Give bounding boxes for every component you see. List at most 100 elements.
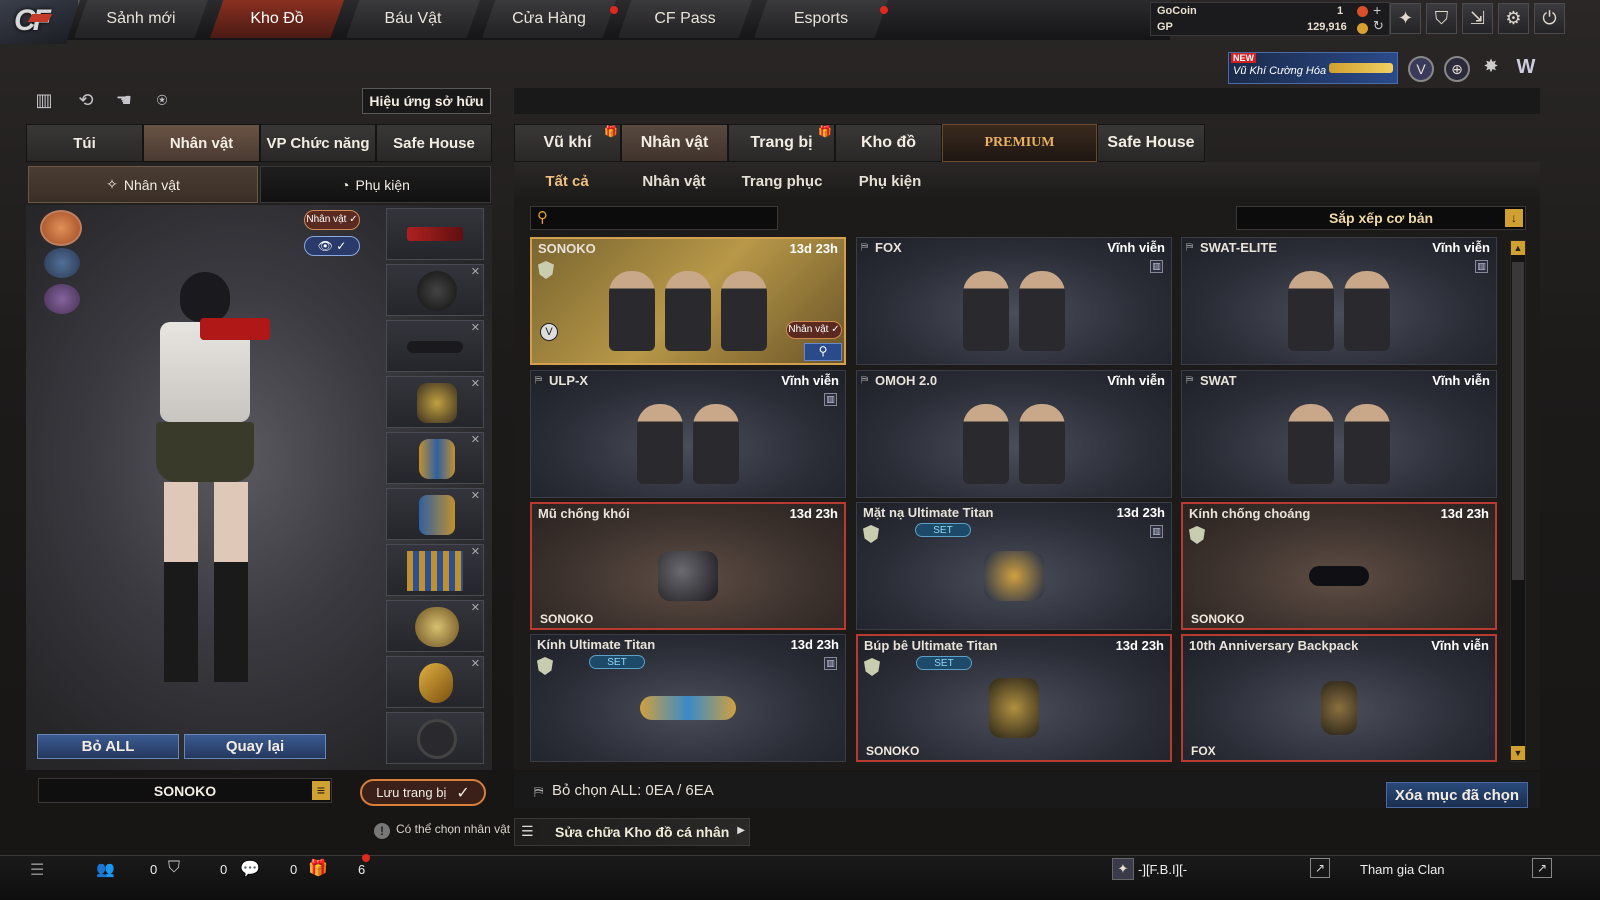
tab-safe-house[interactable]: Safe House	[376, 124, 492, 162]
nav-tab-cf-pass[interactable]: CF Pass	[618, 0, 752, 38]
nav-tab-treasure[interactable]: Báu Vật	[346, 0, 480, 38]
join-clan-label[interactable]: Tham gia Clan	[1360, 862, 1445, 877]
subtab-characters[interactable]: Nhân vật	[625, 170, 723, 192]
inventory-card[interactable]: Kính chống choáng 13d 23h SONOKO	[1181, 502, 1497, 630]
nav-tab-label: Sảnh mới	[106, 10, 176, 27]
bookmark-icon[interactable]: ⛿	[534, 784, 543, 800]
subtab-all[interactable]: Tất cả	[518, 170, 616, 192]
external-link-icon[interactable]: ↗	[1310, 858, 1330, 878]
w-logo-icon[interactable]: W	[1512, 56, 1540, 82]
equip-slot-weapon[interactable]	[386, 208, 484, 260]
list-icon[interactable]: ☰	[30, 860, 44, 880]
card-duration: 13d 23h	[790, 637, 839, 652]
delete-selected-button[interactable]: Xóa mục đã chọn	[1386, 782, 1528, 808]
nav-tab-inventory[interactable]: Kho Đồ	[210, 0, 344, 38]
menu-icon[interactable]: ≡	[312, 781, 330, 800]
inventory-card[interactable]: SWAT ⛿ Vĩnh viễn	[1181, 370, 1497, 498]
equip-slot-accessory[interactable]: ✕	[386, 432, 484, 484]
character-class-icon[interactable]	[44, 284, 80, 314]
sort-dropdown[interactable]: Sắp xếp cơ bản ↓	[1236, 206, 1526, 230]
mouse-icon[interactable]: ⍟	[150, 90, 174, 114]
chat-icon[interactable]: 💬	[240, 859, 260, 879]
tab-function-items[interactable]: VP Chức năng	[260, 124, 376, 162]
subtab-character[interactable]: ✧ Nhân vật	[28, 166, 258, 203]
clear-all-button[interactable]: Bỏ ALL	[37, 734, 179, 759]
promo-banner[interactable]: NEW Vũ Khí Cường Hóa	[1228, 52, 1398, 84]
scroll-down-icon[interactable]: ▼	[1511, 746, 1525, 760]
globe-icon[interactable]: ⊕	[1444, 56, 1470, 82]
nav-tab-shop[interactable]: Cửa Hàng	[482, 0, 616, 38]
inventory-card[interactable]: Búp bê Ultimate Titan 13d 23h SET SONOKO	[856, 634, 1172, 762]
inventory-card[interactable]: 10th Anniversary Backpack Vĩnh viễn FOX	[1181, 634, 1497, 762]
inventory-card[interactable]: SONOKO 13d 23h V Nhân vật ✓ ⚲	[530, 237, 846, 365]
inventory-card[interactable]: Kính Ultimate Titan 13d 23h SET ▥	[530, 634, 846, 762]
exit-icon[interactable]: ⇲	[1462, 3, 1493, 34]
inventory-card[interactable]: Mặt nạ Ultimate Titan 13d 23h SET ▥	[856, 502, 1172, 630]
equip-slot-helmet[interactable]: ✕	[386, 264, 484, 316]
trash-icon[interactable]: ▥	[824, 657, 837, 670]
scroll-up-icon[interactable]: ▲	[1511, 241, 1525, 255]
bookmark-icon[interactable]: ⛿	[1186, 242, 1193, 253]
tab-character[interactable]: Nhân vật	[143, 124, 260, 162]
equip-slot-accessory[interactable]: ✕	[386, 376, 484, 428]
inventory-card[interactable]: ULP-X ⛿ Vĩnh viễn ▥	[530, 370, 846, 498]
v-icon[interactable]: V	[1408, 56, 1434, 82]
power-icon[interactable]: ⏻	[1534, 3, 1565, 34]
bookmark-icon[interactable]: ⛿	[861, 242, 868, 253]
shield-icon[interactable]: ⛉	[1426, 3, 1457, 34]
inventory-card[interactable]: FOX ⛿ Vĩnh viễn ▥	[856, 237, 1172, 365]
equip-slot-accessory[interactable]: ✕	[386, 600, 484, 652]
character-class-icon[interactable]	[40, 210, 82, 246]
tab-bag[interactable]: Túi	[26, 124, 143, 162]
zoom-icon[interactable]: ⚲	[804, 343, 842, 361]
trash-icon[interactable]: ▥	[1150, 260, 1163, 273]
clan-shield-icon[interactable]: ⛉	[168, 859, 180, 877]
trash-icon[interactable]: ▥	[824, 393, 837, 406]
tab-premium[interactable]: PREMIUM	[942, 124, 1097, 162]
inventory-card[interactable]: Mũ chống khói 13d 23h SONOKO	[530, 502, 846, 630]
scroll-thumb[interactable]	[1512, 262, 1524, 580]
bookmark-icon[interactable]: ⛿	[861, 375, 868, 386]
save-equipment-button[interactable]: Lưu trang bị ✓	[360, 779, 486, 806]
rank-icon[interactable]: ✦	[1390, 3, 1421, 34]
bookmark-icon[interactable]: ⛿	[535, 375, 542, 386]
gift-icon[interactable]: 🎁	[308, 858, 328, 878]
add-icon[interactable]: +	[1373, 2, 1381, 18]
inventory-card[interactable]: OMOH 2.0 ⛿ Vĩnh viễn	[856, 370, 1172, 498]
back-button[interactable]: Quay lại	[184, 734, 326, 759]
search-input[interactable]: ⚲	[530, 206, 778, 230]
equip-slot-accessory[interactable]: ✕	[386, 656, 484, 708]
visibility-toggle[interactable]: 👁 ✓	[304, 236, 360, 256]
equip-slot-empty[interactable]	[386, 712, 484, 764]
equip-slot-goggles[interactable]: ✕	[386, 320, 484, 372]
inventory-card[interactable]: SWAT-ELITE ⛿ Vĩnh viễn ▥	[1181, 237, 1497, 365]
subtab-outfits[interactable]: Trang phục	[732, 170, 832, 192]
trash-icon[interactable]: ▥	[1150, 525, 1163, 538]
effects-button[interactable]: Hiệu ứng sở hữu	[362, 88, 491, 114]
trash-icon[interactable]: ▥	[1475, 260, 1488, 273]
bookmark-icon[interactable]: ⛿	[1186, 375, 1193, 386]
repair-storage-button[interactable]: ☰ Sửa chữa Kho đồ cá nhân ▶	[514, 818, 750, 846]
tab-equipment[interactable]: Trang bị 🎁	[728, 124, 835, 162]
tab-weapons[interactable]: Vũ khí 🎁	[514, 124, 621, 162]
gear-icon[interactable]: ⚙	[1498, 3, 1529, 34]
hand-icon[interactable]: ☚	[112, 90, 136, 114]
history-icon[interactable]: ⟲	[74, 90, 98, 114]
subtab-accessories[interactable]: Phụ kiện	[840, 170, 940, 192]
equip-slot-accessory[interactable]: ✕	[386, 488, 484, 540]
refresh-icon[interactable]: ↻	[1373, 18, 1384, 34]
friends-icon[interactable]: 👥	[96, 860, 115, 878]
subtab-accessory[interactable]: ◔ Phụ kiện	[260, 166, 491, 203]
stats-icon[interactable]: ▥	[32, 90, 56, 114]
nav-tab-lobby[interactable]: Sảnh mới	[74, 0, 208, 38]
gift-icon: 🎁	[604, 126, 618, 138]
equip-slot-accessory[interactable]: ✕	[386, 544, 484, 596]
tab-safe-house-right[interactable]: Safe House	[1097, 124, 1205, 162]
crosshair-icon[interactable]: ✸	[1478, 56, 1504, 82]
tab-storage[interactable]: Kho đồ	[835, 124, 942, 162]
nav-tab-esports[interactable]: Esports	[754, 0, 888, 38]
character-class-icon[interactable]	[44, 248, 80, 278]
tab-characters[interactable]: Nhân vật	[621, 124, 728, 162]
external-link-icon[interactable]: ↗	[1532, 858, 1552, 878]
repair-label: Sửa chữa Kho đồ cá nhân	[555, 824, 730, 840]
